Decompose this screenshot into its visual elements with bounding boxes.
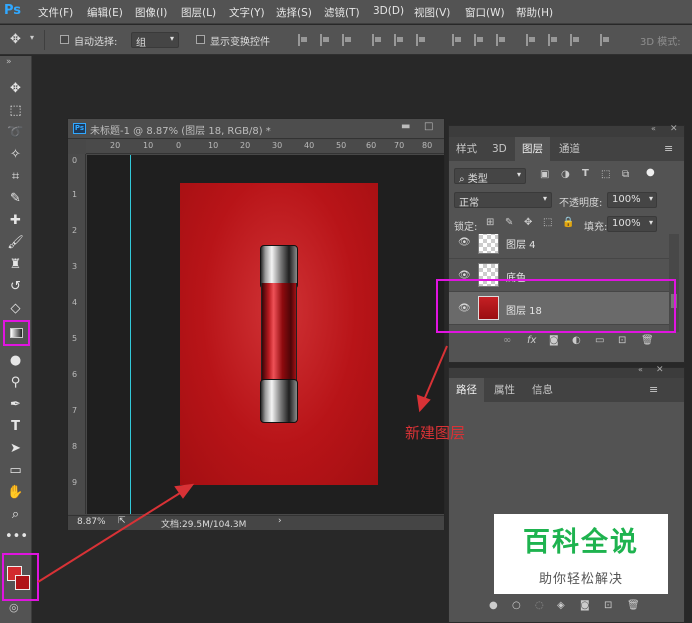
arrow-head (174, 483, 195, 499)
watermark-badge: 百科全说 助你轻松解决 (494, 514, 668, 594)
arrow-line-to-layer (423, 345, 448, 401)
annotation-text: 新建图层 (405, 424, 466, 442)
arrow-head (416, 394, 431, 413)
arrow-line-to-canvas (37, 492, 181, 583)
watermark-title: 百科全说 (523, 527, 639, 558)
watermark-subtitle: 助你轻松解决 (538, 572, 623, 587)
